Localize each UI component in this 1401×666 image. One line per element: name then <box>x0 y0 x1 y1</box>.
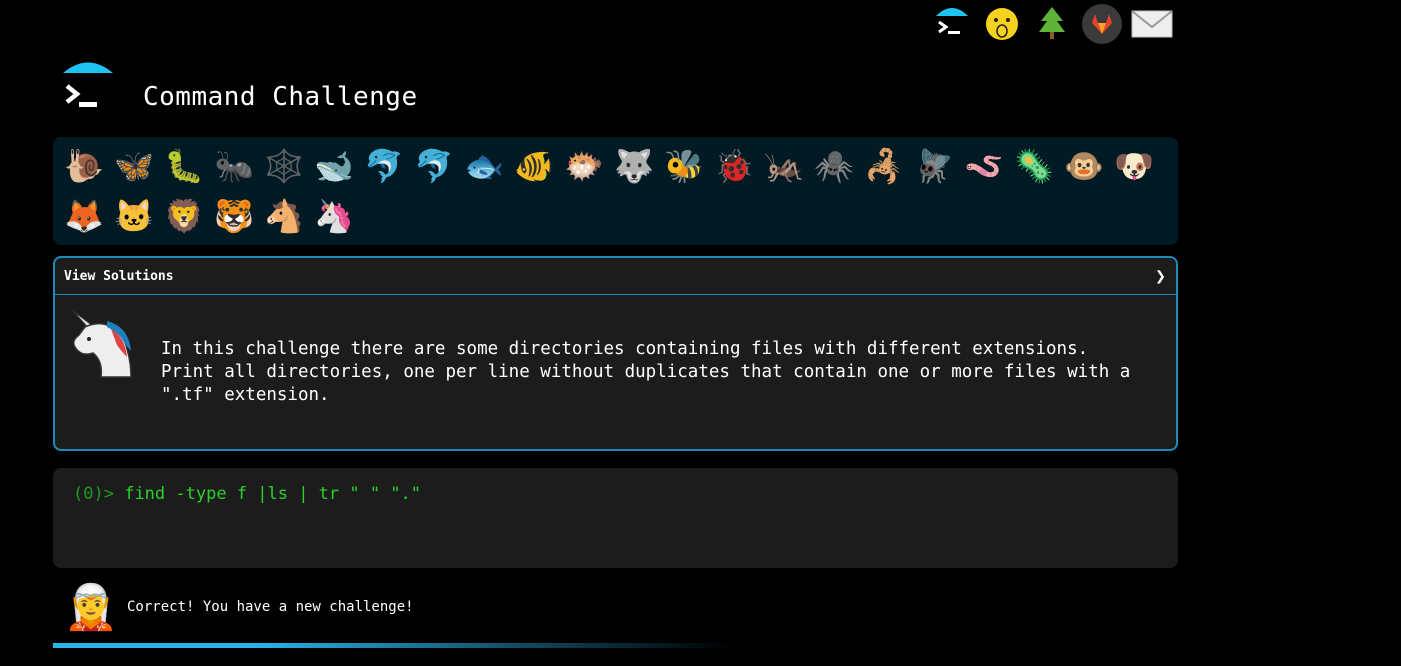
elf-avatar-icon: 🧝 <box>63 582 119 633</box>
tree-icon[interactable] <box>1030 2 1074 46</box>
page-title: Command Challenge <box>143 82 418 112</box>
challenge-animal-icon[interactable]: 🐋 <box>309 141 359 191</box>
challenge-animal-icon[interactable]: 🐠 <box>509 141 559 191</box>
progress-bar <box>53 643 733 648</box>
challenge-animal-icon[interactable]: 🐛 <box>159 141 209 191</box>
challenge-animal-icon[interactable]: 🦋 <box>109 141 159 191</box>
view-solutions-toggle[interactable]: View Solutions ❯ <box>55 258 1176 295</box>
challenge-animal-icon[interactable]: 🐯 <box>209 191 259 241</box>
terminal-command: find -type f |ls | tr " " "." <box>124 484 422 504</box>
site-logo-icon[interactable] <box>58 58 122 118</box>
challenge-animal-icon[interactable]: 🪰 <box>909 141 959 191</box>
terminal[interactable]: (0)> find -type f |ls | tr " " "." <box>53 468 1178 568</box>
home-logo-icon[interactable] <box>930 2 974 46</box>
gitlab-icon[interactable] <box>1080 2 1124 46</box>
challenge-animal-icon[interactable]: 🪱 <box>959 141 1009 191</box>
challenge-animal-icon[interactable]: 🐬 <box>359 141 409 191</box>
challenge-animal-icon[interactable]: 🐌 <box>59 141 109 191</box>
view-solutions-label: View Solutions <box>64 268 174 284</box>
mail-icon[interactable] <box>1130 2 1174 46</box>
challenge-animal-icon[interactable]: 🐺 <box>609 141 659 191</box>
site-header: Command Challenge <box>58 58 418 118</box>
challenge-animal-icon[interactable]: 🐱 <box>109 191 159 241</box>
terminal-command-line[interactable]: (0)> find -type f |ls | tr " " "." <box>73 484 421 504</box>
hushed-face-icon[interactable] <box>980 2 1024 46</box>
challenge-animal-icon[interactable]: 🐜 <box>209 141 259 191</box>
challenge-animal-icon[interactable]: 🐵 <box>1059 141 1109 191</box>
unicorn-icon <box>72 310 132 378</box>
challenge-animal-icon[interactable]: 🦗 <box>759 141 809 191</box>
challenge-description: In this challenge there are some directo… <box>161 339 1131 405</box>
challenge-progress-panel: 🐌 🦋 🐛 🐜 🕸️ 🐋 🐬 🐬 🐟 🐠 🐡 🐺 🐝 🐞 🦗 🕷️ 🦂 🪰 🪱 🦠 🐵 🐶 🦊 🐱 🦁 🐯 🐴 🦄 <box>53 137 1178 245</box>
challenge-animal-icon[interactable]: 🐡 <box>559 141 609 191</box>
feedback-message: Correct! You have a new challenge! <box>127 599 414 615</box>
challenge-animal-icon[interactable]: 🐟 <box>459 141 509 191</box>
chevron-right-icon: ❯ <box>1155 265 1166 287</box>
challenge-animal-icon[interactable]: 🦊 <box>59 191 109 241</box>
feedback: 🧝 Correct! You have a new challenge! <box>63 580 414 634</box>
challenge-animal-icon[interactable]: 🐝 <box>659 141 709 191</box>
challenge-animal-icon[interactable]: 🦂 <box>859 141 909 191</box>
challenge-animal-icon[interactable]: 🦠 <box>1009 141 1059 191</box>
top-nav <box>930 2 1174 46</box>
challenge-animal-icon[interactable]: 🐶 <box>1109 141 1159 191</box>
challenge-animal-icon[interactable]: 🐬 <box>409 141 459 191</box>
challenge-animal-icon[interactable]: 🐴 <box>259 191 309 241</box>
challenge-card: View Solutions ❯ In this challenge there… <box>53 256 1178 451</box>
terminal-prompt: (0)> <box>73 484 114 504</box>
challenge-animal-icon[interactable]: 🐞 <box>709 141 759 191</box>
challenge-animal-icon[interactable]: 🕸️ <box>259 141 309 191</box>
challenge-animal-icon[interactable]: 🦁 <box>159 191 209 241</box>
challenge-animal-icon[interactable]: 🦄 <box>309 191 359 241</box>
challenge-animal-icon[interactable]: 🕷️ <box>809 141 859 191</box>
